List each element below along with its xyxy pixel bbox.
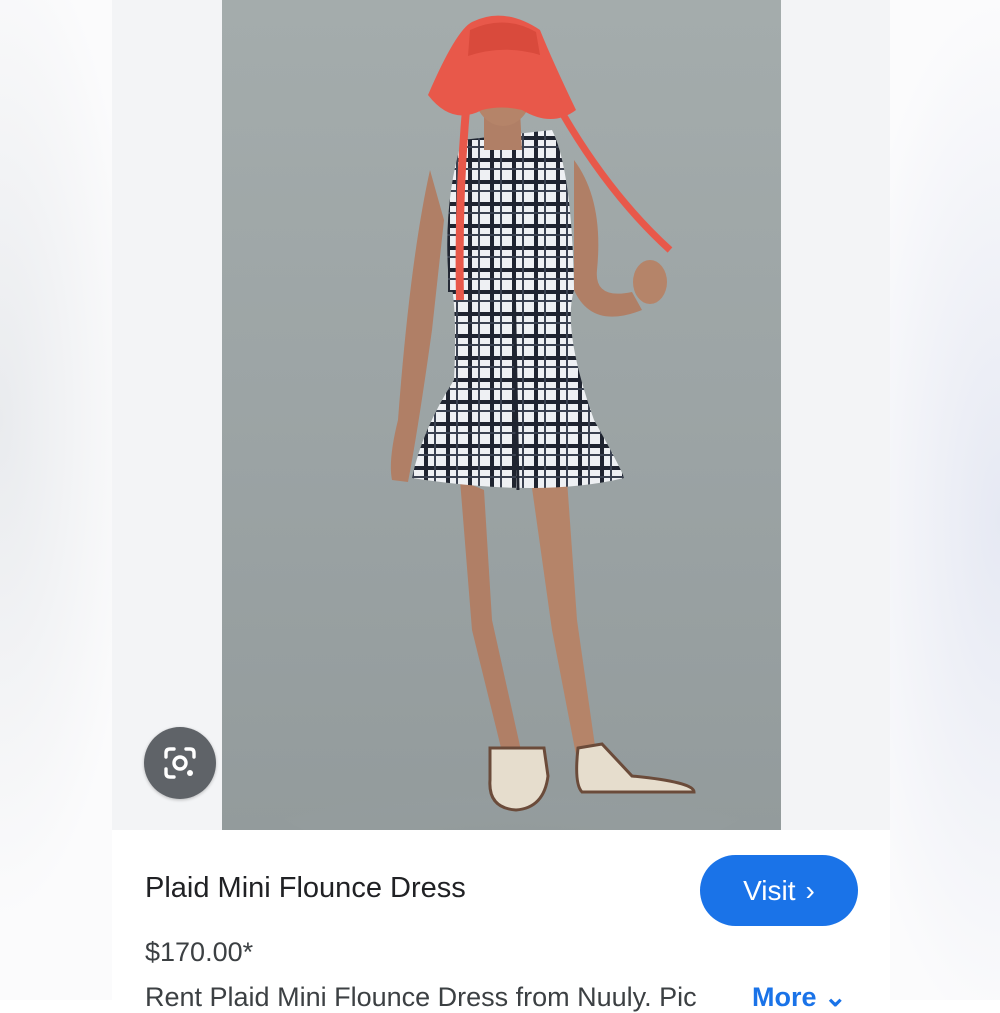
product-price: $170.00*	[145, 937, 254, 967]
more-link[interactable]: More ⌄	[752, 982, 847, 1013]
product-title[interactable]: Plaid Mini Flounce Dress	[145, 872, 466, 905]
chevron-right-icon: ›	[805, 874, 815, 906]
chevron-down-icon: ⌄	[824, 982, 847, 1012]
product-photo[interactable]	[222, 0, 781, 830]
lens-search-button[interactable]	[144, 727, 216, 799]
visit-label: Visit	[743, 874, 796, 906]
more-label: More	[752, 982, 817, 1012]
model-illustration	[272, 15, 752, 830]
visit-button[interactable]: Visit ›	[700, 855, 858, 926]
product-description: Rent Plaid Mini Flounce Dress from Nuuly…	[145, 982, 697, 1012]
google-lens-icon	[164, 747, 196, 779]
